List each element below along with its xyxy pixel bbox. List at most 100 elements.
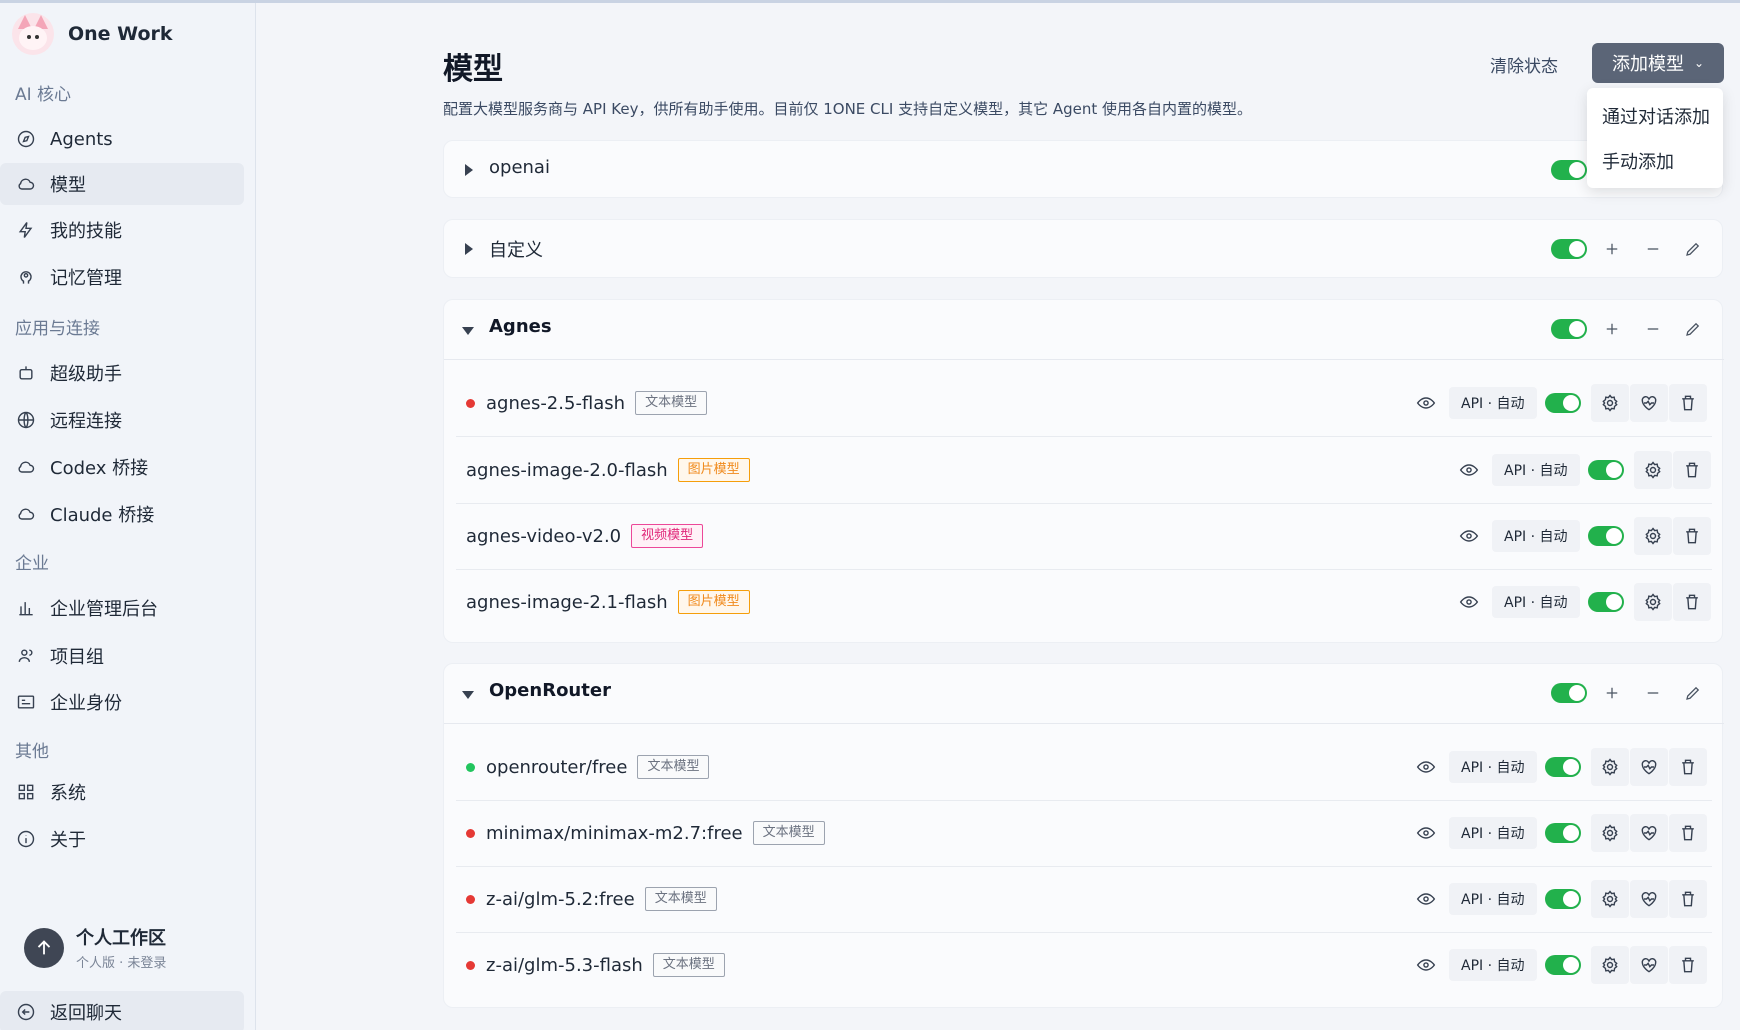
settings-gear-icon[interactable] — [1591, 384, 1629, 422]
health-check-icon[interactable] — [1630, 748, 1668, 786]
caret-right-icon[interactable] — [465, 164, 473, 176]
settings-gear-icon[interactable] — [1591, 880, 1629, 918]
section-ai-core: AI 核心 — [15, 85, 72, 105]
sidebar-item-super-assistant[interactable]: 超级助手 — [0, 352, 244, 394]
settings-gear-icon[interactable] — [1591, 814, 1629, 852]
provider-toggle[interactable] — [1551, 239, 1587, 259]
model-toggle[interactable] — [1588, 526, 1624, 546]
user-workspace[interactable]: 个人工作区 个人版 · 未登录 — [24, 924, 166, 971]
sidebar-item-codex-bridge[interactable]: Codex 桥接 — [0, 446, 244, 488]
model-toggle[interactable] — [1545, 757, 1581, 777]
dropdown-item-add-by-chat[interactable]: 通过对话添加 — [1602, 103, 1710, 129]
api-mode-badge[interactable]: API · 自动 — [1449, 949, 1537, 981]
eye-icon[interactable] — [1459, 460, 1479, 480]
model-actions: API · 自动 — [1416, 748, 1712, 786]
provider-card-custom: 自定义 — [443, 219, 1723, 278]
provider-toggle[interactable] — [1551, 319, 1587, 339]
sidebar-item-memory[interactable]: 记忆管理 — [0, 256, 244, 298]
back-to-chat-button[interactable]: 返回聊天 — [0, 991, 244, 1030]
api-mode-badge[interactable]: API · 自动 — [1492, 520, 1580, 552]
caret-right-icon[interactable] — [465, 243, 473, 255]
minus-icon[interactable] — [1642, 238, 1664, 260]
trash-icon[interactable] — [1669, 748, 1707, 786]
provider-header[interactable]: openai — [444, 141, 1724, 199]
clear-status-button[interactable]: 清除状态 — [1490, 52, 1558, 77]
sidebar-item-label: 项目组 — [50, 647, 104, 668]
provider-header[interactable]: Agnes — [444, 300, 1724, 358]
trash-icon[interactable] — [1669, 880, 1707, 918]
eye-icon[interactable] — [1416, 393, 1436, 413]
sidebar-item-models[interactable]: 模型 — [0, 163, 244, 205]
edit-pencil-icon[interactable] — [1682, 238, 1704, 260]
model-row: z-ai/glm-5.3-flash 文本模型 API · 自动 — [456, 932, 1712, 998]
health-check-icon[interactable] — [1630, 946, 1668, 984]
health-check-icon[interactable] — [1630, 384, 1668, 422]
minus-icon[interactable] — [1642, 318, 1664, 340]
sidebar-item-about[interactable]: 关于 — [0, 818, 244, 860]
sidebar-item-enterprise-identity[interactable]: 企业身份 — [0, 681, 244, 723]
api-mode-badge[interactable]: API · 自动 — [1449, 883, 1537, 915]
sidebar-item-label: 超级助手 — [50, 364, 122, 385]
provider-name: openai — [489, 157, 550, 178]
model-name-wrap: agnes-video-v2.0 视频模型 — [466, 524, 704, 548]
model-type-tag: 文本模型 — [635, 391, 708, 415]
back-label: 返回聊天 — [50, 1003, 122, 1024]
status-dot-green — [466, 763, 475, 772]
api-mode-badge[interactable]: API · 自动 — [1449, 387, 1537, 419]
model-toggle[interactable] — [1545, 393, 1581, 413]
sidebar-item-skills[interactable]: 我的技能 — [0, 209, 244, 251]
eye-icon[interactable] — [1459, 526, 1479, 546]
settings-gear-icon[interactable] — [1634, 517, 1672, 555]
caret-down-icon[interactable] — [462, 327, 474, 335]
model-toggle[interactable] — [1545, 889, 1581, 909]
api-mode-badge[interactable]: API · 自动 — [1449, 817, 1537, 849]
eye-icon[interactable] — [1416, 889, 1436, 909]
sidebar-item-enterprise-admin[interactable]: 企业管理后台 — [0, 587, 244, 629]
provider-toggle[interactable] — [1551, 160, 1587, 180]
sidebar-item-system[interactable]: 系统 — [0, 771, 244, 813]
add-model-button[interactable]: 添加模型 ⌄ — [1592, 43, 1724, 83]
sidebar-item-claude-bridge[interactable]: Claude 桥接 — [0, 493, 244, 535]
health-check-icon[interactable] — [1630, 880, 1668, 918]
sidebar-item-label: 关于 — [50, 830, 86, 851]
brand[interactable]: One Work — [12, 13, 173, 55]
minus-icon[interactable] — [1642, 682, 1664, 704]
eye-icon[interactable] — [1459, 592, 1479, 612]
provider-header[interactable]: OpenRouter — [444, 664, 1724, 722]
model-name-wrap: agnes-image-2.1-flash 图片模型 — [466, 590, 750, 614]
eye-icon[interactable] — [1416, 757, 1436, 777]
compass-icon — [16, 129, 36, 149]
trash-icon[interactable] — [1669, 946, 1707, 984]
add-icon[interactable] — [1601, 238, 1623, 260]
edit-pencil-icon[interactable] — [1682, 318, 1704, 340]
edit-pencil-icon[interactable] — [1682, 682, 1704, 704]
settings-gear-icon[interactable] — [1591, 946, 1629, 984]
api-mode-badge[interactable]: API · 自动 — [1449, 751, 1537, 783]
sidebar-item-remote[interactable]: 远程连接 — [0, 399, 244, 441]
trash-icon[interactable] — [1673, 583, 1711, 621]
sidebar-item-agents[interactable]: Agents — [0, 118, 244, 160]
settings-gear-icon[interactable] — [1634, 451, 1672, 489]
model-toggle[interactable] — [1545, 955, 1581, 975]
trash-icon[interactable] — [1669, 814, 1707, 852]
model-toggle[interactable] — [1588, 460, 1624, 480]
trash-icon[interactable] — [1673, 517, 1711, 555]
provider-header[interactable]: 自定义 — [444, 220, 1724, 278]
eye-icon[interactable] — [1416, 823, 1436, 843]
trash-icon[interactable] — [1673, 451, 1711, 489]
dropdown-item-add-manually[interactable]: 手动添加 — [1602, 148, 1674, 174]
eye-icon[interactable] — [1416, 955, 1436, 975]
settings-gear-icon[interactable] — [1591, 748, 1629, 786]
add-icon[interactable] — [1601, 318, 1623, 340]
settings-gear-icon[interactable] — [1634, 583, 1672, 621]
health-check-icon[interactable] — [1630, 814, 1668, 852]
add-icon[interactable] — [1601, 682, 1623, 704]
api-mode-badge[interactable]: API · 自动 — [1492, 586, 1580, 618]
trash-icon[interactable] — [1669, 384, 1707, 422]
api-mode-badge[interactable]: API · 自动 — [1492, 454, 1580, 486]
provider-toggle[interactable] — [1551, 683, 1587, 703]
sidebar-item-project-group[interactable]: 项目组 — [0, 635, 244, 677]
model-toggle[interactable] — [1588, 592, 1624, 612]
caret-down-icon[interactable] — [462, 691, 474, 699]
model-toggle[interactable] — [1545, 823, 1581, 843]
